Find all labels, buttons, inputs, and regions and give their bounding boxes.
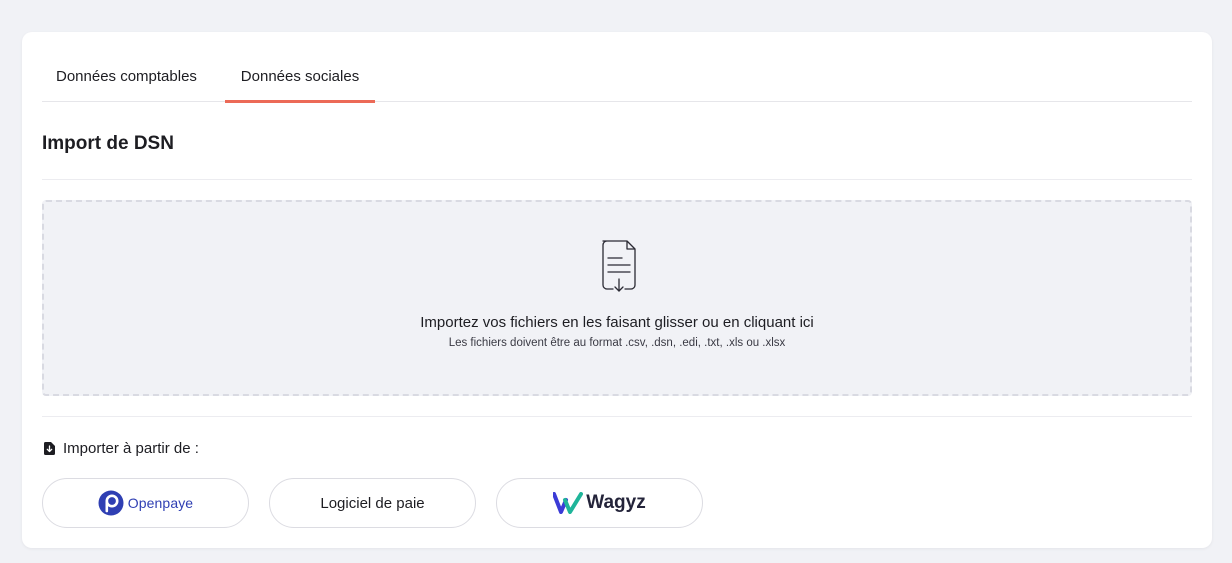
provider-wagyz-button[interactable]: Wagyz	[496, 478, 703, 528]
divider	[42, 416, 1192, 417]
provider-label: Logiciel de paie	[320, 494, 425, 512]
divider	[42, 179, 1192, 180]
openpaye-logo-icon	[98, 490, 124, 516]
dropzone-format-hint: Les fichiers doivent être au format .csv…	[448, 337, 786, 349]
import-from-label: Importer à partir de :	[63, 439, 199, 457]
section-title: Import de DSN	[42, 133, 174, 154]
file-dropzone[interactable]: Importez vos fichiers en les faisant gli…	[42, 200, 1192, 396]
provider-openpaye-button[interactable]: Openpaye	[42, 478, 249, 528]
file-import-icon	[44, 441, 55, 455]
import-from-heading: Importer à partir de :	[44, 438, 199, 458]
provider-logiciel-de-paie-button[interactable]: Logiciel de paie	[269, 478, 476, 528]
file-download-icon	[602, 240, 636, 292]
openpaye-name: Openpaye	[127, 495, 194, 511]
tab-donnees-comptables[interactable]: Données comptables	[56, 32, 221, 102]
wagyz-logo: Wagyz	[553, 492, 646, 514]
wagyz-logo-icon	[553, 492, 584, 514]
wagyz-name: Wagyz	[586, 492, 646, 513]
import-card: Données comptables Données sociales Impo…	[22, 32, 1212, 548]
tab-bar: Données comptables Données sociales	[42, 32, 1192, 103]
tab-donnees-sociales[interactable]: Données sociales	[225, 32, 375, 103]
openpaye-logo: Openpaye	[98, 490, 193, 516]
dropzone-main-text: Importez vos fichiers en les faisant gli…	[420, 314, 814, 331]
